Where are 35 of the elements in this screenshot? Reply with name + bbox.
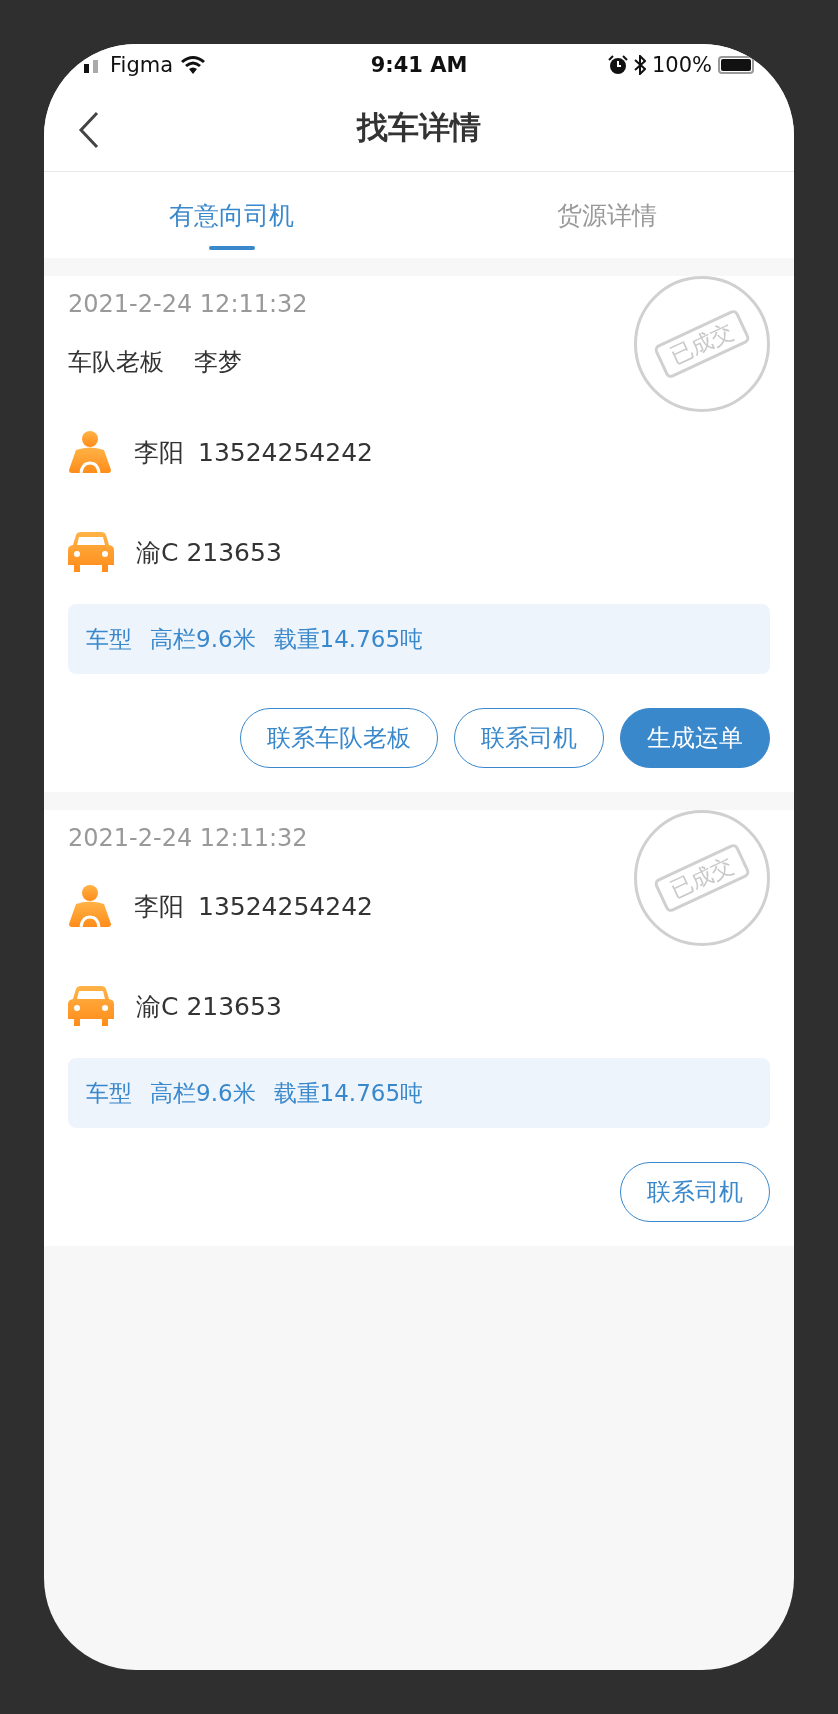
vehicle-spec: 载重14.765吨 bbox=[273, 1078, 424, 1108]
boss-label: 车队老板 bbox=[68, 347, 164, 378]
driver-icon bbox=[68, 430, 112, 474]
carrier-name: Figma bbox=[110, 52, 174, 77]
contact-button[interactable]: 联系司机 bbox=[620, 1162, 770, 1222]
vehicle-spec: 车型 bbox=[86, 1078, 132, 1108]
battery-percent: 100% bbox=[651, 52, 712, 77]
driver-name: 李阳 bbox=[134, 890, 184, 923]
vehicle-spec: 高栏9.6米 bbox=[150, 1078, 256, 1108]
contact-button[interactable]: 联系车队老板 bbox=[240, 708, 438, 768]
create-order-button[interactable]: 生成运单 bbox=[620, 708, 770, 768]
tab-indicator bbox=[208, 246, 255, 250]
page-title: 找车详情 bbox=[357, 108, 481, 147]
contact-button[interactable]: 联系司机 bbox=[454, 708, 604, 768]
vehicle-spec: 车型 bbox=[86, 624, 132, 654]
clock-time: 9:41 AM bbox=[370, 52, 468, 77]
car-icon bbox=[68, 532, 114, 572]
driver-phone: 13524254242 bbox=[198, 891, 373, 921]
tab[interactable]: 货源详情 bbox=[419, 172, 794, 258]
wifi-icon bbox=[181, 55, 206, 74]
vehicle-spec: 载重14.765吨 bbox=[273, 624, 424, 654]
driver-phone: 13524254242 bbox=[198, 437, 373, 467]
alarm-icon bbox=[607, 54, 628, 75]
plate-number: 渝C 213653 bbox=[136, 990, 282, 1023]
boss-name: 李梦 bbox=[194, 347, 242, 378]
driver-name: 李阳 bbox=[134, 436, 184, 469]
battery-icon bbox=[718, 55, 754, 74]
vehicle-spec: 高栏9.6米 bbox=[150, 624, 256, 654]
time-text: 2021-2-24 12:11:32 bbox=[68, 823, 309, 854]
tab[interactable]: 有意向司机 bbox=[44, 172, 419, 258]
bluetooth-icon bbox=[633, 54, 646, 75]
car-icon bbox=[68, 986, 114, 1026]
time-text: 2021-2-24 12:11:32 bbox=[68, 289, 309, 320]
plate-number: 渝C 213653 bbox=[136, 536, 282, 569]
driver-icon bbox=[68, 884, 112, 928]
